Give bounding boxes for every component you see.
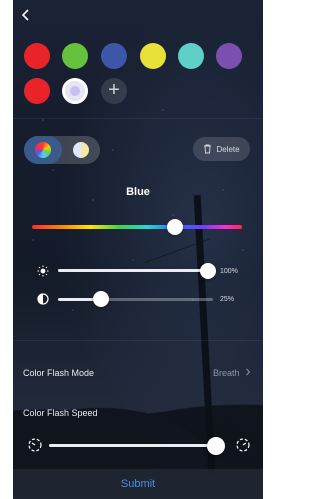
- selected-color-name: Blue: [126, 186, 150, 198]
- white-temperature-icon: [73, 142, 89, 158]
- brightness-slider-thumb[interactable]: [200, 263, 216, 279]
- brightness-value: 100%: [220, 268, 238, 275]
- color-swatch-green[interactable]: [62, 43, 88, 69]
- submit-button[interactable]: Submit: [13, 469, 263, 499]
- color-flash-speed-label: Color Flash Speed: [23, 408, 98, 418]
- color-wheel-icon: [35, 142, 51, 158]
- delete-button[interactable]: Delete: [193, 137, 250, 161]
- contrast-slider-track-empty[interactable]: [101, 298, 213, 301]
- sun-icon: [37, 265, 49, 277]
- color-flash-speed-row: Color Flash Speed: [13, 402, 263, 426]
- background-pole: [193, 195, 216, 475]
- contrast-slider-thumb[interactable]: [93, 291, 109, 307]
- color-flash-mode-value: Breath: [213, 368, 251, 378]
- speed-fast-icon[interactable]: [235, 437, 251, 453]
- add-color-button[interactable]: +: [101, 78, 127, 104]
- color-swatch-blue[interactable]: [101, 43, 127, 69]
- hue-slider-track[interactable]: [32, 225, 242, 229]
- color-swatch-yellow[interactable]: [140, 43, 166, 69]
- submit-label: Submit: [120, 478, 156, 490]
- hue-slider-thumb[interactable]: [167, 219, 183, 235]
- background-wire: [144, 238, 212, 263]
- color-mode-toggle: [24, 136, 100, 164]
- color-wheel-mode-button[interactable]: [24, 136, 62, 164]
- plus-icon: +: [108, 79, 120, 101]
- flash-speed-slider-thumb[interactable]: [207, 437, 225, 455]
- brightness-slider-track[interactable]: [58, 269, 208, 272]
- phone-screen: + Delete Blue 100% 25% Color Flash Mode …: [13, 0, 263, 499]
- speed-slow-icon[interactable]: [27, 437, 43, 453]
- color-swatch-purple[interactable]: [216, 43, 242, 69]
- selected-indicator: [70, 86, 80, 96]
- color-swatch-red-2[interactable]: [24, 78, 50, 104]
- color-flash-mode-row[interactable]: Color Flash Mode Breath: [13, 362, 263, 386]
- delete-label: Delete: [216, 144, 240, 154]
- back-button[interactable]: [20, 8, 36, 24]
- color-flash-mode-current: Breath: [212, 368, 240, 378]
- contrast-icon: [37, 293, 49, 305]
- chevron-right-icon: [246, 368, 251, 376]
- color-swatch-selected[interactable]: [62, 78, 88, 104]
- trash-icon: [204, 144, 212, 154]
- chevron-left-icon: [21, 9, 29, 21]
- color-flash-mode-label: Color Flash Mode: [23, 368, 95, 378]
- white-mode-button[interactable]: [62, 136, 100, 164]
- color-swatch-red[interactable]: [24, 43, 50, 69]
- section-divider-2: [13, 340, 263, 341]
- contrast-value: 25%: [220, 296, 235, 303]
- flash-speed-slider-track[interactable]: [49, 444, 219, 447]
- section-divider: [13, 118, 263, 119]
- color-swatch-cyan[interactable]: [178, 43, 204, 69]
